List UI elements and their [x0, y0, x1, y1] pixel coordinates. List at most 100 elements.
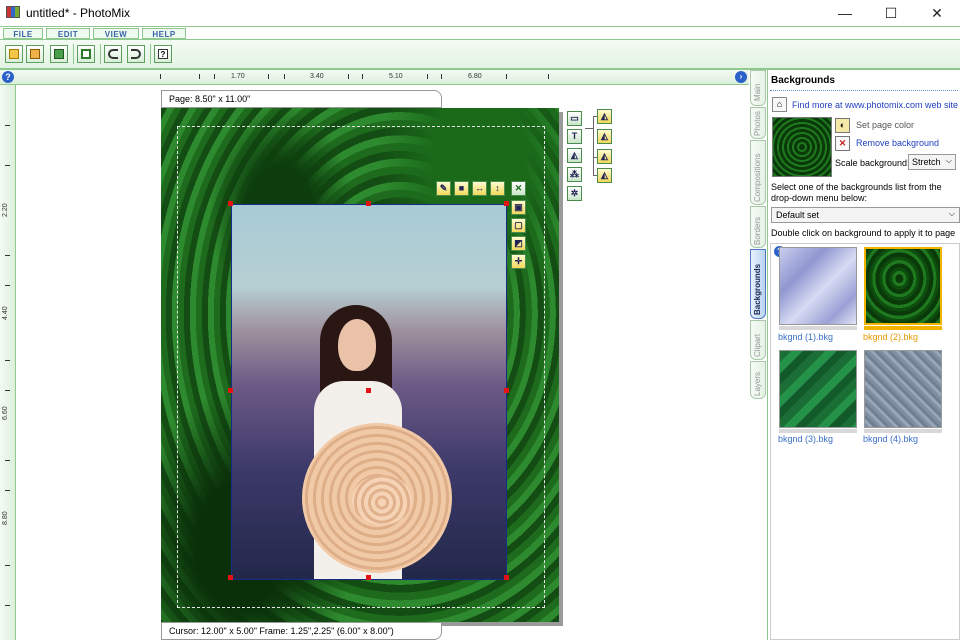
ruler-label: 5.10: [389, 73, 403, 80]
undo-icon: [108, 49, 118, 59]
ruler-tick: [5, 605, 10, 606]
page-setup-button[interactable]: [77, 45, 95, 63]
image-icon: ◭: [601, 170, 608, 180]
ruler-tick: [5, 360, 10, 361]
resize-handle[interactable]: [504, 388, 509, 393]
resize-handle[interactable]: [366, 575, 371, 580]
image-option-button[interactable]: ◭: [597, 129, 612, 144]
insert-clipart-button[interactable]: ✲: [567, 186, 582, 201]
menu-file[interactable]: FILE: [3, 28, 43, 39]
help-button[interactable]: ?: [154, 45, 172, 63]
frame-delete-button[interactable]: ✕: [511, 181, 526, 196]
tree-connector: [593, 116, 594, 176]
maximize-button[interactable]: ☐: [868, 0, 914, 26]
image-option-button[interactable]: ◭: [597, 149, 612, 164]
ruler-tick: [441, 74, 442, 79]
tab-label: Backgrounds: [753, 263, 762, 315]
frame-lock-button[interactable]: ▣: [511, 200, 526, 215]
fit-horizontal-icon: ↔: [475, 183, 484, 193]
thumbnail-scrollbar: [779, 326, 857, 330]
tab-label: Layers: [753, 371, 762, 396]
canvas-area[interactable]: Page: 8.50" x 11.00" ✎ ■ ↔ ↕ ✕ ▣ ▢ ◩ ✛ ▭…: [17, 86, 750, 640]
set-page-color-label: Set page color: [856, 120, 915, 130]
background-set-select[interactable]: Default set ⌵: [771, 207, 960, 223]
new-icon: [9, 49, 19, 59]
scale-background-select[interactable]: Stretch ⌵: [908, 154, 956, 170]
new-project-button[interactable]: [5, 45, 23, 63]
redo-button[interactable]: [127, 45, 145, 63]
resize-handle[interactable]: [504, 575, 509, 580]
photo-hat-crown: [352, 475, 412, 525]
tab-layers[interactable]: Layers: [750, 361, 766, 399]
ruler-tick: [5, 285, 10, 286]
image-option-button[interactable]: ◭: [597, 109, 612, 124]
ruler-tick: [427, 74, 428, 79]
resize-handle[interactable]: [228, 388, 233, 393]
tab-label: Clipart: [753, 333, 762, 357]
question-icon: ?: [158, 49, 168, 59]
minimize-button[interactable]: —: [822, 0, 868, 26]
thumbnail-scrollbar: [864, 326, 942, 330]
insert-shape-button[interactable]: ⁂: [567, 167, 582, 182]
background-thumbnail-list: ? bkgnd (1).bkg bkgnd (2).bkg bkgnd (3).…: [770, 243, 960, 640]
insert-text-button[interactable]: T: [567, 129, 582, 144]
insert-image-button[interactable]: ◭: [567, 148, 582, 163]
menu-help[interactable]: HELP: [142, 28, 186, 39]
text-icon: T: [571, 131, 578, 141]
chevron-down-icon: ⌵: [948, 209, 955, 218]
lock-icon: ▣: [514, 202, 523, 212]
tab-clipart[interactable]: Clipart: [750, 320, 766, 360]
frame-fit-horizontal-button[interactable]: ↔: [472, 181, 487, 196]
ruler-label: 6.80: [468, 73, 482, 80]
save-project-button[interactable]: [50, 45, 68, 63]
scale-background-label: Scale background:: [835, 158, 910, 168]
menu-edit[interactable]: EDIT: [46, 28, 90, 39]
tree-connector: [585, 128, 593, 129]
background-thumbnail-selected[interactable]: [864, 247, 942, 325]
background-thumbnail[interactable]: [779, 350, 857, 428]
resize-handle[interactable]: [366, 388, 371, 393]
ruler-label: 8.80: [2, 511, 9, 525]
web-link[interactable]: Find more at www.photomix.com web site: [792, 100, 958, 110]
instruction-double-click: Double click on background to apply it t…: [771, 228, 956, 238]
resize-handle[interactable]: [228, 575, 233, 580]
ruler-tick: [5, 165, 10, 166]
frame-edit-button[interactable]: ✎: [436, 181, 451, 196]
page-icon: [81, 49, 91, 59]
tab-photos[interactable]: Photos: [750, 107, 766, 139]
tab-label: Photos: [753, 111, 762, 136]
frame-fill-button[interactable]: ■: [454, 181, 469, 196]
resize-handle[interactable]: [228, 201, 233, 206]
tab-backgrounds[interactable]: Backgrounds: [750, 249, 766, 319]
toolbar-separator: [150, 44, 151, 64]
home-icon[interactable]: ⌂: [772, 97, 787, 112]
resize-handle[interactable]: [366, 201, 371, 206]
ruler-help-icon[interactable]: ?: [2, 71, 14, 83]
menu-view[interactable]: VIEW: [93, 28, 139, 39]
fit-vertical-icon: ↕: [495, 183, 500, 193]
frame-icon: ▭: [570, 113, 579, 123]
frame-shadow-button[interactable]: ◩: [511, 236, 526, 251]
redo-icon: [131, 49, 141, 59]
panel-toggle-arrow-icon[interactable]: ›: [735, 71, 747, 83]
resize-handle[interactable]: [504, 201, 509, 206]
tab-borders[interactable]: Borders: [750, 206, 766, 248]
fill-icon: ■: [458, 183, 465, 193]
thumbnail-scrollbar: [779, 429, 857, 433]
image-option-button[interactable]: ◭: [597, 168, 612, 183]
ruler-tick: [506, 74, 507, 79]
close-button[interactable]: ✕: [914, 0, 960, 26]
tab-main[interactable]: Main: [750, 70, 766, 106]
background-thumbnail[interactable]: [779, 247, 857, 325]
tab-compositions[interactable]: Compositions: [750, 140, 766, 205]
undo-button[interactable]: [104, 45, 122, 63]
insert-frame-button[interactable]: ▭: [567, 111, 582, 126]
frame-move-button[interactable]: ✛: [511, 254, 526, 269]
background-thumbnail[interactable]: [864, 350, 942, 428]
horizontal-ruler: ? › 1.70 3.40 5.10 6.80: [0, 70, 750, 85]
save-icon: [54, 49, 64, 59]
open-project-button[interactable]: [26, 45, 44, 63]
frame-border-button[interactable]: ▢: [511, 218, 526, 233]
ruler-tick: [348, 74, 349, 79]
frame-fit-vertical-button[interactable]: ↕: [490, 181, 505, 196]
